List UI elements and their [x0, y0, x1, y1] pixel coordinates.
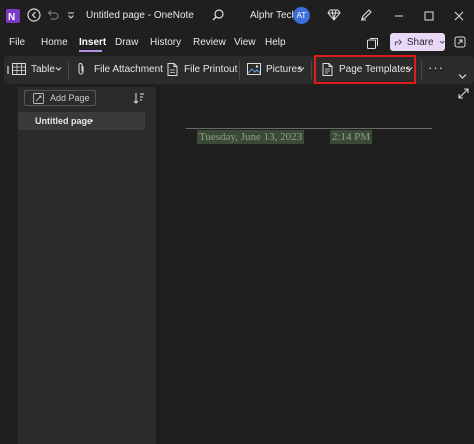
title-separator: -	[147, 10, 152, 21]
add-page-label: Add Page	[50, 93, 90, 103]
menu-home[interactable]: Home	[41, 37, 68, 48]
file-printout-icon	[165, 61, 179, 77]
close-button[interactable]	[444, 1, 474, 31]
doc-title: Untitled page	[86, 10, 145, 21]
search-icon[interactable]	[210, 7, 226, 23]
ribbon-divider	[68, 61, 69, 79]
ribbon-divider	[311, 61, 312, 79]
share-label: Share	[406, 36, 434, 48]
page-templates-highlight-box	[314, 55, 416, 84]
page-list-pane	[18, 87, 156, 444]
menu-file[interactable]: File	[9, 37, 25, 48]
page-time: 2:14 PM	[330, 130, 373, 144]
menu-help[interactable]: Help	[265, 37, 286, 48]
app-name: OneNote	[153, 10, 194, 21]
expand-canvas-icon[interactable]	[456, 86, 470, 100]
file-printout-button[interactable]: File Printout	[184, 64, 237, 75]
sort-icon[interactable]	[132, 91, 146, 105]
pictures-button[interactable]: Pictures	[266, 64, 302, 75]
page-date: Tuesday, June 13, 2023	[197, 130, 305, 144]
notebook-view-icon[interactable]	[364, 35, 380, 51]
page-list-item-title: Untitled page	[35, 116, 93, 126]
ribbon-divider	[239, 61, 240, 79]
window-title: Untitled page - OneNote	[86, 10, 194, 21]
file-attachment-button[interactable]: File Attachment	[94, 64, 163, 75]
expand-window-icon[interactable]	[452, 34, 468, 50]
undo-icon[interactable]	[45, 7, 61, 23]
onenote-logo-icon: N	[4, 7, 22, 25]
add-page-icon	[33, 92, 44, 104]
add-page-button[interactable]: Add Page	[24, 90, 96, 106]
active-tab-underline	[79, 50, 102, 52]
pictures-dropdown-icon[interactable]	[298, 66, 305, 72]
share-dropdown-icon[interactable]	[439, 38, 445, 46]
table-dropdown-icon[interactable]	[55, 66, 62, 72]
table-button[interactable]: Table	[31, 64, 55, 75]
table-icon	[11, 62, 27, 76]
avatar[interactable]: AT	[293, 7, 310, 24]
ribbon-collapse-icon[interactable]	[456, 71, 468, 81]
menu-draw[interactable]: Draw	[115, 37, 138, 48]
back-icon[interactable]	[26, 7, 42, 23]
page-title-line	[186, 128, 432, 129]
ribbon-divider	[421, 61, 422, 79]
menu-history[interactable]: History	[150, 37, 181, 48]
paperclip-icon	[74, 61, 88, 77]
account-name[interactable]: Alphr Tech	[250, 10, 297, 21]
svg-text:N: N	[8, 12, 15, 23]
share-icon	[395, 38, 402, 45]
pictures-icon	[246, 62, 262, 76]
quick-access-dropdown-icon[interactable]	[65, 8, 77, 22]
avatar-initials: AT	[296, 11, 307, 20]
minimize-button[interactable]	[384, 1, 414, 31]
maximize-button[interactable]	[414, 1, 444, 31]
menu-view[interactable]: View	[234, 37, 256, 48]
menu-review[interactable]: Review	[193, 37, 226, 48]
pen-icon[interactable]	[358, 7, 374, 23]
diamond-icon[interactable]	[326, 7, 342, 23]
page-list-item-dot: •	[90, 116, 94, 126]
menu-insert[interactable]: Insert	[79, 37, 106, 48]
share-button[interactable]: Share	[390, 33, 445, 51]
more-options-button[interactable]: ···	[428, 60, 444, 75]
